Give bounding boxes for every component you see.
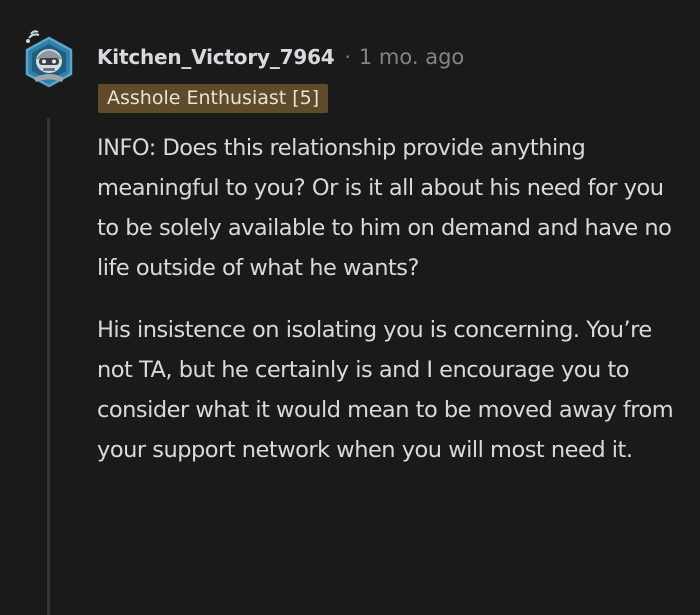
user-flair: Asshole Enthusiast [5] xyxy=(98,84,329,113)
snoo-avatar-icon xyxy=(25,30,73,88)
comment-body: INFO: Does this relationship provide any… xyxy=(97,128,682,470)
comment-paragraph: INFO: Does this relationship provide any… xyxy=(97,135,672,281)
comment-paragraph: His insistence on isolating you is conce… xyxy=(97,317,674,463)
author-username[interactable]: Kitchen_Victory_7964 xyxy=(97,45,335,69)
meta-separator: · xyxy=(344,45,351,69)
thread-line[interactable] xyxy=(47,118,50,615)
avatar[interactable] xyxy=(22,28,76,90)
comment: Kitchen_Victory_7964 · 1 mo. ago Asshole… xyxy=(0,0,700,615)
comment-timestamp[interactable]: 1 mo. ago xyxy=(359,45,464,69)
comment-header: Kitchen_Victory_7964 · 1 mo. ago xyxy=(97,40,464,74)
